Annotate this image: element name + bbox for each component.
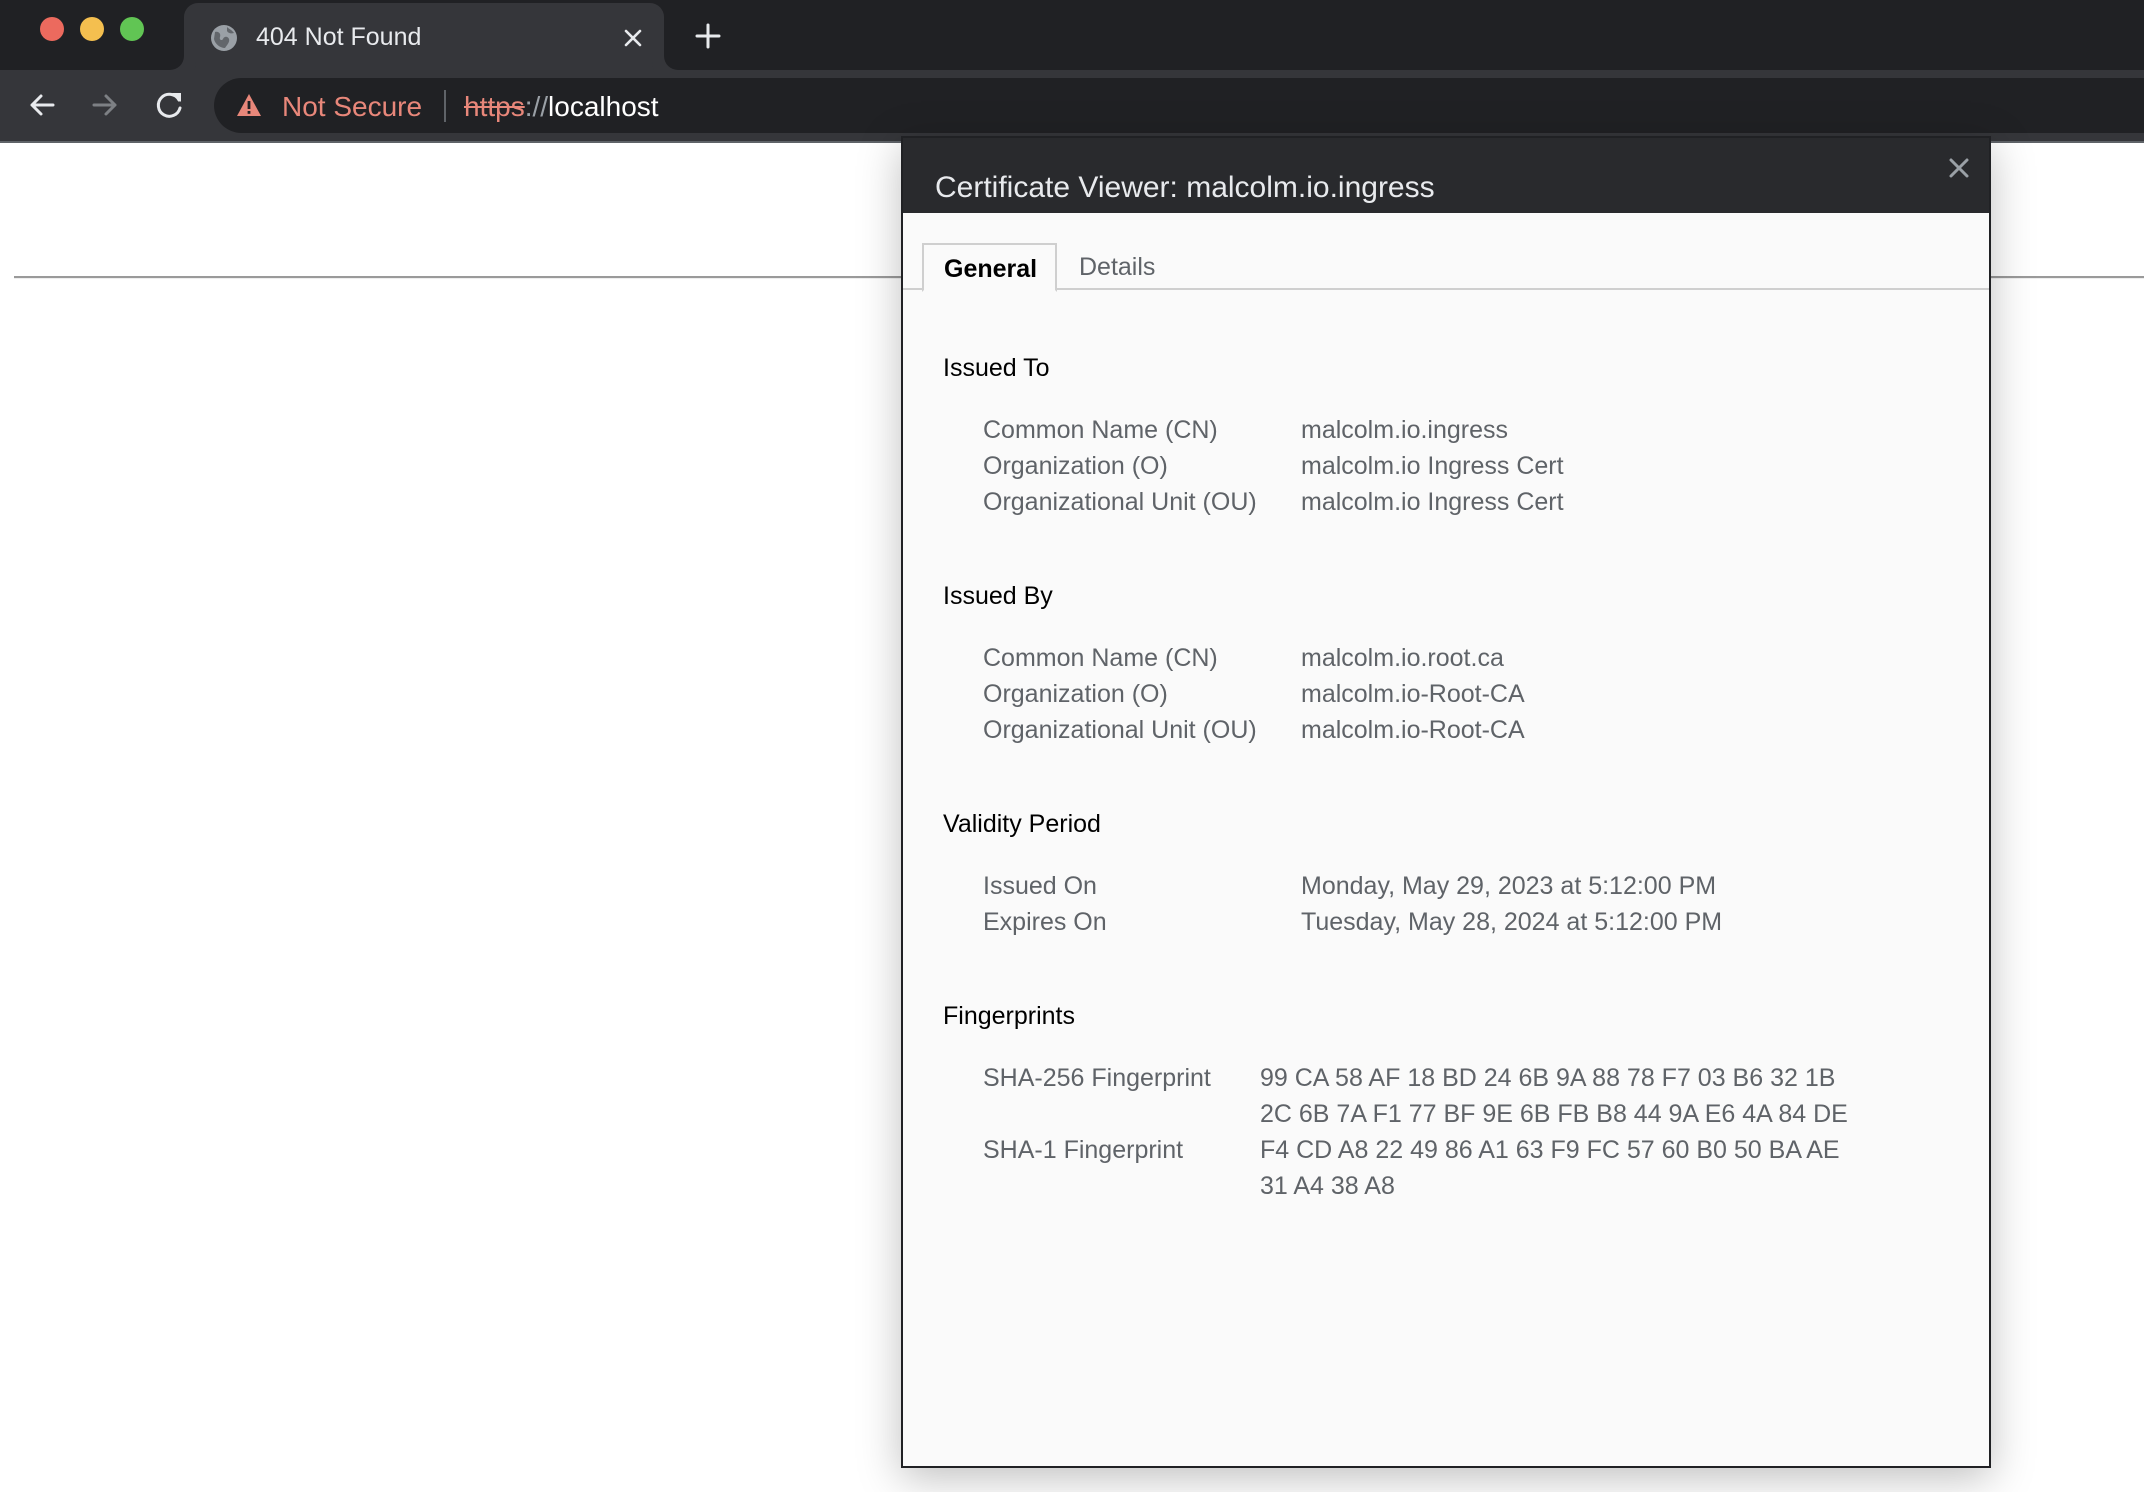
- row-label: Common Name (CN): [983, 416, 1218, 444]
- section-title-validity: Validity Period: [943, 810, 1101, 838]
- tab-title: 404 Not Found: [256, 23, 422, 51]
- omnibox-divider: [444, 90, 446, 122]
- section-title-fingerprints: Fingerprints: [943, 1002, 1075, 1030]
- window-zoom-button[interactable]: [120, 17, 144, 41]
- arrow-right-icon[interactable]: [88, 88, 122, 122]
- row-label: Organization (O): [983, 680, 1168, 708]
- row-label: Issued On: [983, 872, 1097, 900]
- url-text[interactable]: https://localhost: [464, 91, 659, 123]
- row-label: Expires On: [983, 908, 1107, 936]
- section-title-issued-to: Issued To: [943, 354, 1050, 382]
- dialog-header: Certificate Viewer: malcolm.io.ingress: [903, 138, 1989, 213]
- browser-tab-strip: 404 Not Found: [0, 0, 2144, 70]
- row-label: Organizational Unit (OU): [983, 488, 1257, 516]
- warning-triangle-icon[interactable]: [236, 93, 262, 117]
- dialog-tabs: General Details: [903, 243, 1989, 292]
- window-minimize-button[interactable]: [80, 17, 104, 41]
- fingerprint-value-line: 2C 6B 7A F1 77 BF 9E 6B FB B8 44 9A E6 4…: [1260, 1100, 1848, 1128]
- url-host: localhost: [548, 91, 659, 122]
- security-status-label[interactable]: Not Secure: [282, 91, 422, 123]
- close-icon[interactable]: [620, 25, 646, 51]
- row-label: Common Name (CN): [983, 644, 1218, 672]
- row-label: SHA-1 Fingerprint: [983, 1136, 1184, 1164]
- row-value: malcolm.io-Root-CA: [1301, 680, 1525, 708]
- reload-icon[interactable]: [153, 88, 187, 122]
- arrow-left-icon[interactable]: [25, 88, 59, 122]
- row-value: malcolm.io Ingress Cert: [1301, 488, 1564, 516]
- row-value: malcolm.io.root.ca: [1301, 644, 1504, 672]
- browser-tab[interactable]: 404 Not Found: [184, 3, 664, 70]
- window-close-button[interactable]: [40, 17, 64, 41]
- row-value: Tuesday, May 28, 2024 at 5:12:00 PM: [1301, 908, 1723, 936]
- section-title-issued-by: Issued By: [943, 582, 1053, 610]
- fingerprint-value-line: F4 CD A8 22 49 86 A1 63 F9 FC 57 60 B0 5…: [1260, 1136, 1840, 1164]
- plus-icon[interactable]: [694, 22, 722, 50]
- fingerprint-value-line: 99 CA 58 AF 18 BD 24 6B 9A 88 78 F7 03 B…: [1260, 1064, 1836, 1092]
- globe-icon: [211, 25, 237, 51]
- row-label: Organizational Unit (OU): [983, 716, 1257, 744]
- close-icon[interactable]: [1947, 156, 1971, 180]
- row-value: malcolm.io-Root-CA: [1301, 716, 1525, 744]
- row-value: malcolm.io Ingress Cert: [1301, 452, 1564, 480]
- tab-general[interactable]: General: [922, 243, 1057, 292]
- dialog-title: Certificate Viewer: malcolm.io.ingress: [935, 171, 1435, 204]
- row-value: Monday, May 29, 2023 at 5:12:00 PM: [1301, 872, 1717, 900]
- address-bar[interactable]: Not Secure https://localhost: [214, 78, 2144, 133]
- fingerprint-value-line: 31 A4 38 A8: [1260, 1172, 1395, 1200]
- row-label: Organization (O): [983, 452, 1168, 480]
- certificate-viewer-dialog: Certificate Viewer: malcolm.io.ingress G…: [901, 136, 1991, 1468]
- tab-details[interactable]: Details: [1059, 243, 1175, 292]
- url-separator: ://: [524, 91, 549, 122]
- url-scheme: https: [464, 91, 525, 122]
- browser-toolbar: Not Secure https://localhost: [0, 70, 2144, 143]
- row-value: malcolm.io.ingress: [1301, 416, 1509, 444]
- row-label: SHA-256 Fingerprint: [983, 1064, 1211, 1092]
